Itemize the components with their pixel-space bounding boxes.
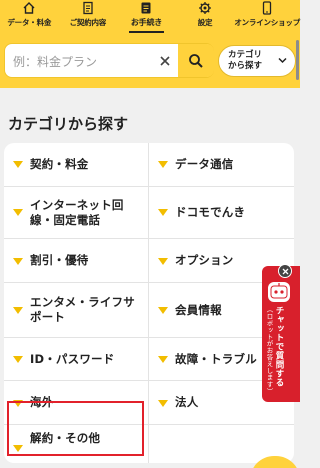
close-icon[interactable] (158, 54, 172, 68)
section-title: カテゴリから探す (8, 115, 129, 133)
nav-label: ご契約内容 (69, 18, 107, 27)
triangle-icon (158, 356, 168, 363)
category-item-discount[interactable]: 割引・優待 (4, 239, 149, 282)
category-label: エンタメ・ライフサ ポート (30, 295, 135, 324)
category-label: オプション (175, 253, 234, 267)
nav-label: 設定 (197, 18, 213, 27)
chevron-down-icon (278, 57, 287, 64)
search-input[interactable] (13, 52, 153, 72)
category-label: データ通信 (175, 157, 234, 171)
procedure-icon (141, 2, 151, 14)
nav-label: オンラインショップ (234, 18, 301, 27)
robot-icon (268, 282, 290, 302)
nav-item-data-fee[interactable]: データ・料金 (0, 0, 59, 36)
category-label: ID・パスワード (30, 351, 115, 366)
contract-icon (83, 1, 93, 15)
category-label: 法人 (175, 395, 199, 409)
home-icon (23, 2, 35, 14)
nav-label: お手続き (130, 18, 163, 27)
chat-subtitle: （ロボットがお答えします） (265, 306, 273, 395)
divider (0, 88, 300, 102)
triangle-icon (158, 258, 168, 265)
triangle-icon (158, 307, 168, 314)
category-row: 割引・優待 オプション (4, 238, 294, 282)
triangle-icon (13, 209, 23, 216)
category-label: ドコモでんき (175, 205, 246, 219)
triangle-icon (13, 258, 23, 265)
category-label: 会員情報 (175, 302, 222, 317)
category-row: エンタメ・ライフサ ポート 会員情報 (4, 282, 294, 337)
category-label: 故障・トラブル (175, 351, 257, 366)
triangle-icon (13, 356, 23, 363)
triangle-icon (158, 209, 168, 216)
phone-icon (263, 1, 272, 15)
chat-close-button[interactable] (278, 264, 292, 278)
category-item-contract-fee[interactable]: 契約・料金 (4, 143, 149, 186)
top-nav: データ・料金 ご契約内容 お手続き 設定 オンラインショップ (0, 0, 300, 36)
category-item-internet[interactable]: インターネット回 線・固定電話 (4, 187, 149, 238)
search-button[interactable] (178, 44, 214, 77)
nav-item-contract[interactable]: ご契約内容 (59, 0, 118, 36)
category-row: 契約・料金 データ通信 (4, 143, 294, 186)
highlight-box (7, 401, 144, 456)
chat-title: チャットで質問する (274, 306, 284, 387)
nav-item-settings[interactable]: 設定 (176, 0, 235, 36)
category-item-docomo-denki[interactable]: ドコモでんき (149, 187, 294, 238)
category-label: 契約・料金 (30, 157, 89, 171)
triangle-icon (158, 400, 168, 407)
nav-item-online-shop[interactable]: オンラインショップ (234, 0, 300, 36)
search-icon (189, 53, 203, 68)
nav-label: データ・料金 (7, 18, 52, 27)
triangle-icon (13, 161, 23, 168)
category-item-entertainment[interactable]: エンタメ・ライフサ ポート (4, 283, 149, 337)
category-search-button[interactable]: カテゴリ から探す (218, 45, 296, 77)
search-bar: カテゴリ から探す (0, 36, 300, 88)
triangle-icon (13, 307, 23, 314)
close-icon (282, 268, 288, 274)
triangle-icon (158, 161, 168, 168)
category-search-label: カテゴリ から探す (228, 50, 263, 71)
category-row: インターネット回 線・固定電話 ドコモでんき (4, 186, 294, 238)
nav-item-procedure[interactable]: お手続き (117, 0, 176, 36)
category-label: 割引・優待 (30, 253, 89, 267)
category-row: ID・パスワード 故障・トラブル (4, 337, 294, 380)
scrollbar[interactable] (296, 40, 299, 80)
category-item-data-communication[interactable]: データ通信 (149, 143, 294, 186)
gear-icon (199, 2, 212, 14)
chat-widget[interactable]: チャットで質問する （ロボットがお答えします） (262, 266, 300, 402)
category-item-id-password[interactable]: ID・パスワード (4, 338, 149, 380)
category-label: インターネット回 線・固定電話 (30, 197, 124, 227)
search-box (4, 43, 214, 78)
